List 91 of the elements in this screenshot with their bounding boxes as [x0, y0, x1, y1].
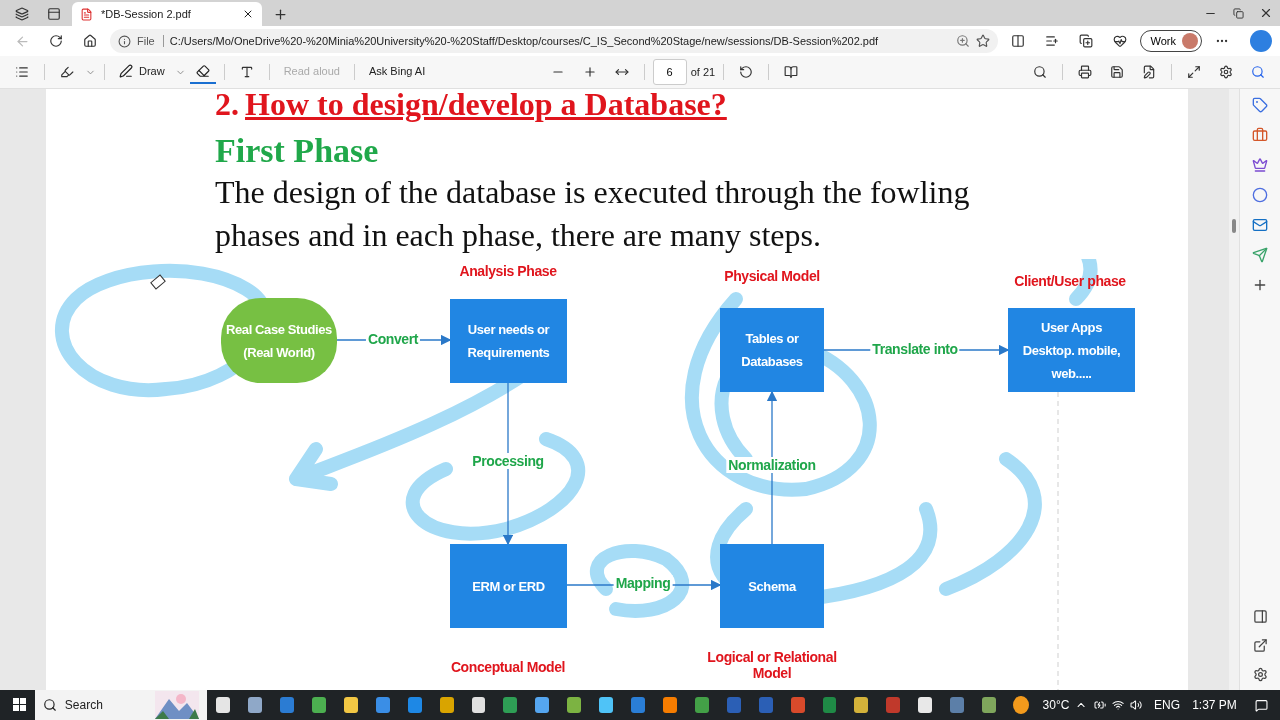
language-indicator[interactable]: ENG — [1154, 698, 1181, 712]
process-node: Schema — [720, 544, 824, 628]
settings-icon[interactable] — [1252, 667, 1268, 682]
taskbar-app-icon[interactable] — [439, 697, 454, 713]
eraser-icon — [195, 64, 210, 78]
phase-label: Logical or Relational Model — [706, 649, 838, 681]
ask-bing-button[interactable]: Ask Bing AI — [362, 60, 432, 84]
taskbar-app-icon[interactable] — [599, 697, 614, 713]
file-scheme-label: File — [137, 35, 164, 47]
page-count: of 21 — [690, 66, 716, 78]
volume-icon[interactable] — [1129, 698, 1143, 712]
phase-label: Analysis Phase — [458, 263, 558, 279]
favorites-icon[interactable] — [1044, 34, 1059, 48]
highlight-icon[interactable] — [60, 65, 74, 79]
zoom-in-icon[interactable] — [582, 65, 597, 79]
close-tab-icon[interactable] — [242, 8, 254, 20]
taskbar-app-icon[interactable] — [535, 697, 550, 713]
taskbar-app-icon[interactable] — [343, 697, 358, 713]
copilot-icon[interactable] — [1250, 30, 1272, 52]
close-icon[interactable] — [1259, 6, 1273, 20]
search-icon — [42, 698, 57, 712]
phase-label: Client/User phase — [1013, 273, 1127, 289]
profile-button[interactable]: Work — [1139, 30, 1202, 52]
arrow-label: Processing — [470, 453, 546, 469]
process-node: ERM or ERD — [450, 544, 567, 628]
browser-essentials-icon[interactable] — [1112, 34, 1127, 48]
refresh-icon[interactable] — [49, 34, 63, 48]
taskbar-app-icon[interactable] — [567, 697, 582, 713]
process-node: User Apps Desktop. mobile, web..... — [1008, 308, 1135, 392]
process-node: User needs or Requirements — [450, 299, 567, 383]
search-icon[interactable] — [1033, 65, 1047, 79]
mail-icon[interactable] — [1252, 217, 1268, 233]
address-bar[interactable]: File C:/Users/Mo/OneDrive%20-%20Minia%20University%20-%20Staff/Desktop/courses/C_IS_Second%20Stage/new/sessions/DB-Session%202.pdf — [110, 29, 998, 53]
paper-plane-icon[interactable] — [1252, 247, 1268, 263]
print-icon[interactable] — [1078, 65, 1092, 79]
save-as-icon[interactable] — [1142, 65, 1156, 79]
tag-icon[interactable] — [1252, 97, 1268, 113]
sidebar-toggle-icon[interactable] — [1252, 609, 1268, 624]
split-screen-icon[interactable] — [1010, 34, 1025, 48]
clock-text[interactable]: 1:37 PM — [1192, 698, 1237, 712]
new-tab-icon[interactable] — [272, 6, 288, 22]
rotate-icon[interactable] — [739, 65, 754, 79]
zoom-icon[interactable] — [955, 34, 970, 48]
external-link-icon[interactable] — [1252, 638, 1268, 653]
taskbar-app-icon[interactable] — [918, 697, 933, 713]
search-icon[interactable] — [1251, 65, 1265, 79]
taskbar-search-field[interactable]: Search — [34, 690, 208, 720]
taskbar-app-icon[interactable] — [854, 697, 869, 713]
eraser-cursor-icon — [150, 274, 166, 290]
pen-icon — [119, 64, 133, 78]
save-icon[interactable] — [1110, 65, 1124, 79]
page-view-icon[interactable] — [784, 65, 799, 79]
arrow-label: Translate into — [870, 341, 960, 357]
tab-actions-icon[interactable] — [47, 7, 61, 21]
home-icon[interactable] — [83, 34, 97, 48]
scrollbar-thumb[interactable] — [1232, 219, 1236, 233]
temperature-text: 30°C — [1042, 698, 1070, 712]
taskbar-app-icon[interactable] — [216, 697, 231, 713]
taskbar-app-icon[interactable] — [471, 697, 486, 713]
browser-tab[interactable]: *DB-Session 2.pdf — [72, 2, 262, 26]
pdf-file-icon — [80, 7, 93, 21]
battery-icon[interactable] — [1093, 698, 1106, 712]
heading-number: 2. — [215, 89, 239, 119]
page-number-field[interactable]: 6 — [652, 59, 687, 85]
arrow-label: Convert — [365, 331, 421, 347]
info-icon[interactable] — [118, 34, 131, 48]
phase-label: Physical Model — [723, 268, 821, 284]
restore-icon[interactable] — [1232, 7, 1244, 19]
start-node: Real Case Studies (Real World) — [221, 298, 337, 383]
arrow-label: Normalization — [726, 457, 818, 473]
phase-label: Conceptual Model — [449, 659, 567, 675]
briefcase-icon[interactable] — [1252, 127, 1268, 143]
settings-icon[interactable] — [1219, 65, 1233, 79]
workspaces-icon[interactable] — [15, 7, 29, 21]
arrow-label: Mapping — [613, 575, 673, 591]
process-node: Tables or Databases — [720, 308, 824, 392]
url-text: C:/Users/Mo/OneDrive%20-%20Minia%20University%20-%20Staff/Desktop/courses/C_IS_Second%20Stage/new/sessions/DB-Session%202.pdf — [169, 35, 880, 47]
wifi-icon[interactable] — [1111, 698, 1124, 712]
slide-subheading: First Phase — [215, 133, 380, 169]
star-icon[interactable] — [975, 34, 990, 48]
collections-icon[interactable] — [1078, 34, 1093, 48]
ring-icon[interactable] — [1252, 187, 1268, 203]
notifications-icon[interactable] — [1254, 697, 1268, 713]
draw-button[interactable]: Draw — [113, 60, 171, 84]
contents-icon[interactable] — [15, 65, 29, 79]
fullscreen-icon[interactable] — [1187, 65, 1201, 79]
slide-paragraph: The design of the database is executed through the fowling phases and in each phase, there are many steps. — [215, 173, 971, 255]
taskbar-app-icon[interactable] — [248, 697, 263, 713]
weather-icon[interactable] — [1012, 696, 1029, 714]
add-icon[interactable] — [1252, 277, 1268, 293]
text-icon[interactable] — [239, 65, 254, 79]
